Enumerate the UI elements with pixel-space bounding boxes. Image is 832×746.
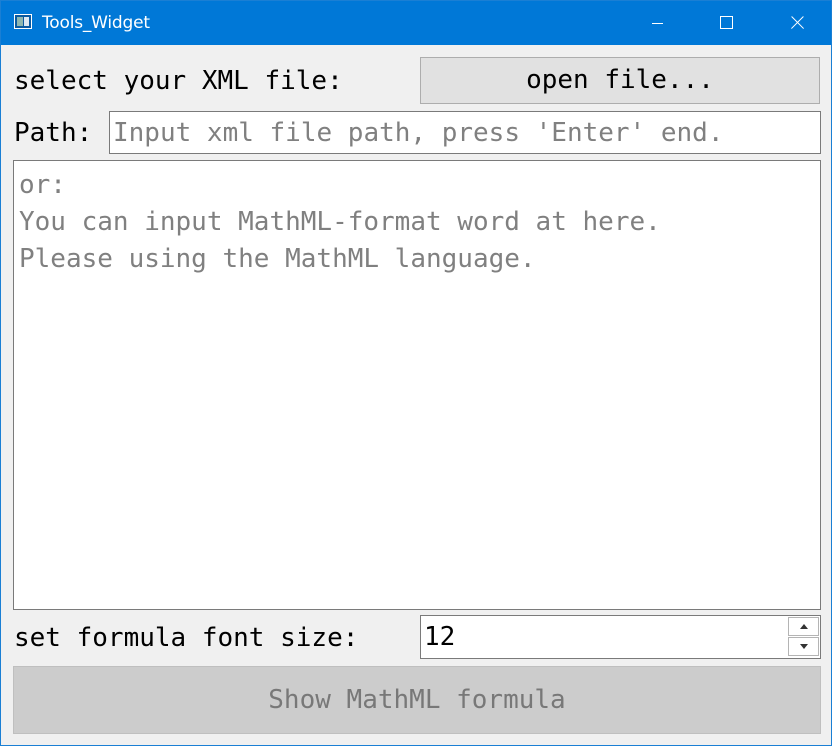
spin-buttons <box>788 617 819 657</box>
title-bar[interactable]: Tools_Widget <box>1 1 831 45</box>
window-title: Tools_Widget <box>42 13 150 33</box>
select-xml-file-label: select your XML file: <box>14 66 343 96</box>
mathml-placeholder-line: or: <box>19 170 66 200</box>
font-size-value[interactable]: 12 <box>424 619 455 655</box>
minimize-icon[interactable] <box>622 1 692 45</box>
maximize-icon[interactable] <box>692 1 762 45</box>
spin-down-arrow-icon[interactable] <box>788 637 819 656</box>
open-file-button[interactable]: open file... <box>420 57 820 104</box>
mathml-text-area[interactable]: or: You can input MathML-format word at … <box>13 160 821 610</box>
app-window-icon <box>14 14 32 29</box>
mathml-placeholder-line: Please using the MathML language. <box>19 244 536 274</box>
formula-font-size-label: set formula font size: <box>14 623 359 653</box>
path-label: Path: <box>14 118 93 148</box>
close-icon[interactable] <box>762 1 832 45</box>
font-size-spinbox[interactable]: 12 <box>420 615 821 659</box>
path-input[interactable] <box>109 111 821 154</box>
mathml-placeholder-line: You can input MathML-format word at here… <box>19 207 661 237</box>
tools-widget-window: Tools_Widget select your XML file: open … <box>0 0 832 746</box>
spin-up-arrow-icon[interactable] <box>788 617 819 636</box>
show-mathml-formula-button[interactable]: Show MathML formula <box>13 666 821 734</box>
